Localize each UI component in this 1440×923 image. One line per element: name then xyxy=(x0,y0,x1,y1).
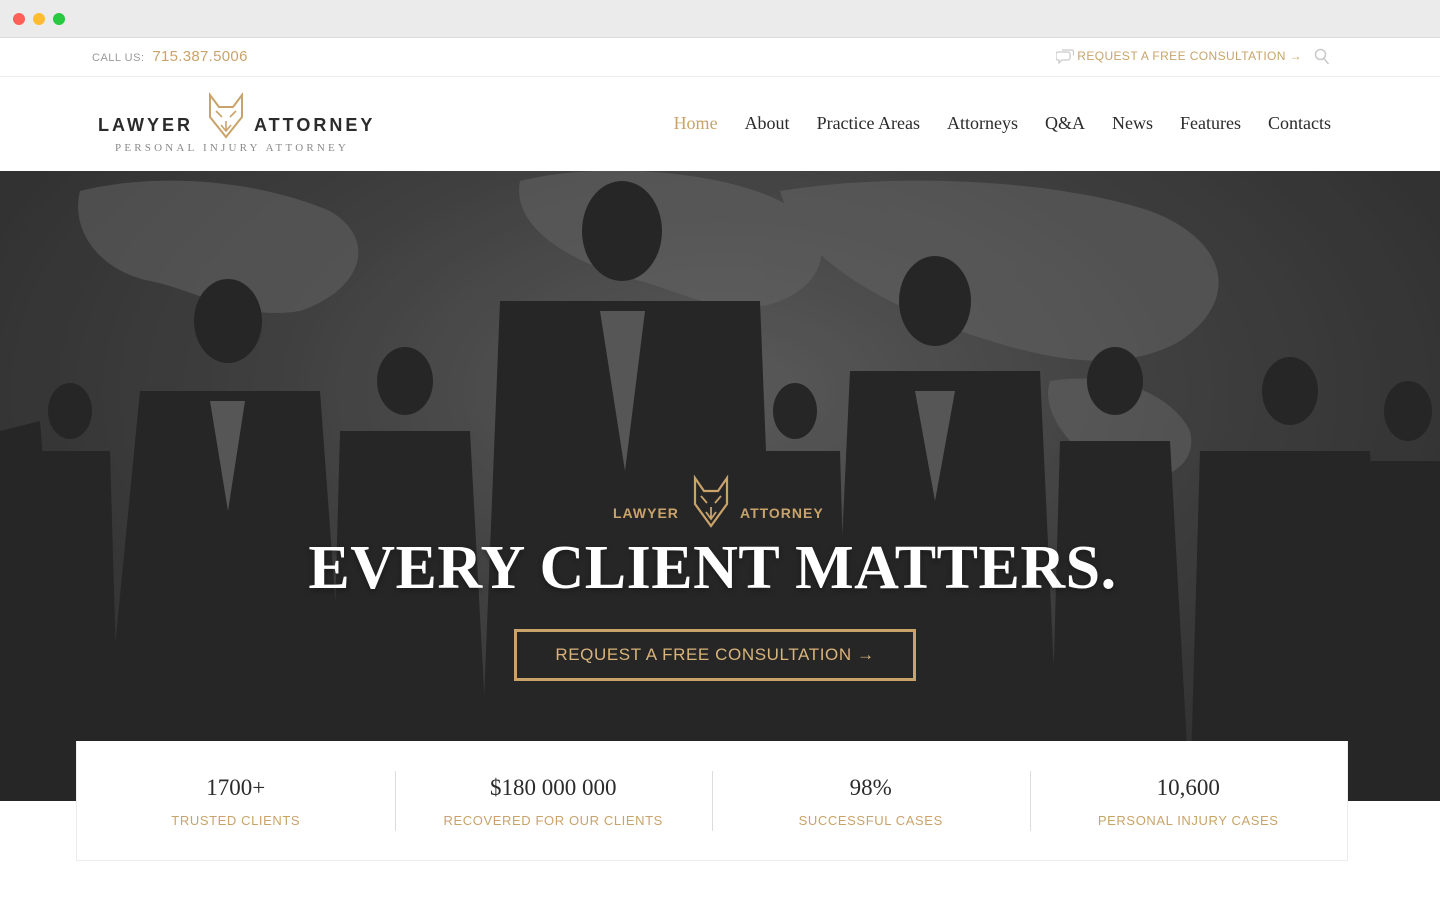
stat-value: $180 000 000 xyxy=(490,775,617,800)
nav-news[interactable]: News xyxy=(1112,113,1153,134)
hero-consultation-button[interactable]: REQUEST A FREE CONSULTATION → xyxy=(514,629,916,681)
call-us-label: CALL US: xyxy=(92,52,145,64)
minimize-window-button[interactable] xyxy=(33,13,45,25)
nav-about[interactable]: About xyxy=(745,113,790,134)
nav-attorneys[interactable]: Attorneys xyxy=(947,113,1018,134)
hero-brand-lawyer: LAWYER xyxy=(613,505,679,521)
fox-emblem-icon xyxy=(693,474,729,528)
nav-contacts[interactable]: Contacts xyxy=(1268,113,1331,134)
hero-banner: LAWYER ATTORNEY EVERY CLIENT MATTERS. RE… xyxy=(0,171,1440,801)
stat-item: 1700+ TRUSTED CLIENTS xyxy=(77,741,395,860)
logo-word-attorney: ATTORNEY xyxy=(254,115,376,135)
stat-label: RECOVERED FOR OUR CLIENTS xyxy=(443,813,663,828)
fox-logo-icon xyxy=(209,92,243,139)
stat-item: 98% SUCCESSFUL CASES xyxy=(712,741,1030,860)
stat-value: 1700+ xyxy=(206,775,266,800)
stat-value: 10,600 xyxy=(1156,775,1220,800)
stat-item: 10,600 PERSONAL INJURY CASES xyxy=(1029,741,1348,860)
logo-word-lawyer: LAWYER xyxy=(98,115,194,135)
nav-home[interactable]: Home xyxy=(674,113,718,134)
logo-tagline: PERSONAL INJURY ATTORNEY xyxy=(115,142,350,154)
nav-qa[interactable]: Q&A xyxy=(1045,113,1085,134)
browser-chrome xyxy=(0,0,1440,38)
phone-number[interactable]: 715.387.5006 xyxy=(152,48,247,65)
stat-label: TRUSTED CLIENTS xyxy=(171,813,301,828)
stats-panel: 1700+ TRUSTED CLIENTS $180 000 000 RECOV… xyxy=(76,741,1348,861)
stat-item: $180 000 000 RECOVERED FOR OUR CLIENTS xyxy=(394,741,713,860)
stat-label: SUCCESSFUL CASES xyxy=(798,813,943,828)
hero-brand-attorney: ATTORNEY xyxy=(740,505,824,521)
nav-features[interactable]: Features xyxy=(1180,113,1241,134)
main-nav: Home About Practice Areas Attorneys Q&A … xyxy=(647,113,1331,134)
call-us: CALL US: 715.387.5006 xyxy=(92,48,248,65)
close-window-button[interactable] xyxy=(13,13,25,25)
zoom-window-button[interactable] xyxy=(53,13,65,25)
stat-label: PERSONAL INJURY CASES xyxy=(1097,813,1279,828)
site-header: LAWYER ATTORNEY PERSONAL INJURY ATTORNEY… xyxy=(0,77,1440,171)
hero-title: EVERY CLIENT MATTERS. xyxy=(308,534,1117,602)
search-icon[interactable] xyxy=(1314,48,1330,66)
nav-practice-areas[interactable]: Practice Areas xyxy=(817,113,920,134)
request-consultation-link[interactable]: REQUEST A FREE CONSULTATION → xyxy=(1077,49,1302,63)
stat-value: 98% xyxy=(849,775,892,800)
top-bar: CALL US: 715.387.5006 REQUEST A FREE CON… xyxy=(0,38,1440,77)
chat-icon xyxy=(1056,49,1074,65)
